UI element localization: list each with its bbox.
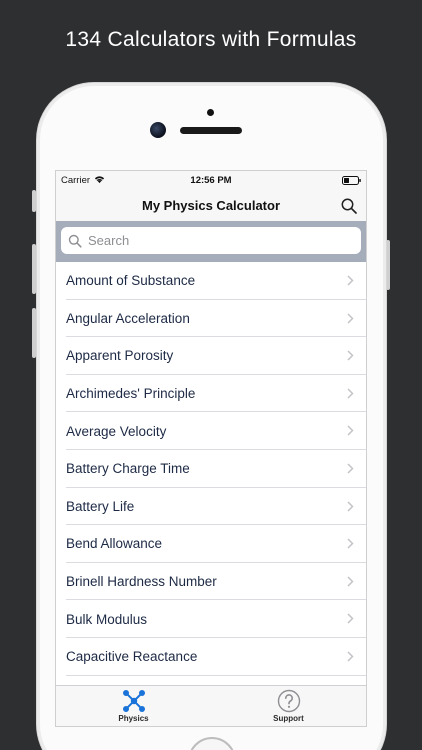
list-item-label: Battery Charge Time — [66, 461, 190, 477]
list-item-label: Archimedes' Principle — [66, 386, 196, 402]
search-field[interactable] — [61, 227, 361, 254]
search-input[interactable] — [88, 233, 338, 248]
list-item[interactable]: Bulk Modulus — [56, 600, 366, 638]
tab-support[interactable]: Support — [211, 686, 366, 726]
list-item-label: Apparent Porosity — [66, 348, 174, 364]
status-time: 12:56 PM — [190, 175, 232, 186]
list-item[interactable]: Average Velocity — [56, 412, 366, 450]
app-screen: Carrier 12:56 PM My Physics Calculator S… — [55, 170, 367, 727]
list-item-label: Average Velocity — [66, 423, 167, 439]
list-item-label: Brinell Hardness Number — [66, 574, 217, 590]
calculator-list: Amount of Substance Angular Acceleration… — [56, 262, 366, 676]
list-item[interactable]: Angular Acceleration — [56, 299, 366, 338]
tab-physics[interactable]: Physics — [56, 686, 211, 726]
chevron-right-icon — [347, 313, 354, 324]
list-item[interactable]: Apparent Porosity — [56, 337, 366, 375]
proximity-sensor — [207, 109, 214, 116]
chevron-right-icon — [347, 576, 354, 587]
list-item[interactable]: Amount of Substance — [56, 262, 366, 300]
search-icon[interactable] — [340, 197, 358, 215]
list-item-label: Battery Life — [66, 498, 135, 514]
chevron-right-icon — [347, 501, 354, 512]
chevron-right-icon — [347, 613, 354, 624]
list-item-label: Bulk Modulus — [66, 611, 148, 627]
list-item[interactable]: Battery Charge Time — [56, 449, 366, 488]
chevron-right-icon — [347, 463, 354, 474]
list-item[interactable]: Battery Life — [56, 487, 366, 526]
list-item-label: Angular Acceleration — [66, 310, 190, 326]
list-item-label: Amount of Substance — [66, 273, 196, 289]
list-item[interactable]: Archimedes' Principle — [56, 374, 366, 413]
chevron-right-icon — [347, 425, 354, 436]
chevron-right-icon — [347, 388, 354, 399]
navigation-bar: My Physics Calculator — [56, 191, 366, 221]
promo-headline: 134 Calculators with Formulas — [65, 28, 357, 51]
earpiece-speaker — [180, 127, 242, 134]
chevron-right-icon — [347, 538, 354, 549]
search-field-magnifier-icon — [68, 234, 82, 248]
tab-label: Physics — [118, 714, 149, 723]
tab-bar: Physics Support — [56, 685, 366, 726]
search-bar — [56, 221, 366, 262]
list-item-label: Capacitive Reactance — [66, 649, 198, 665]
chevron-right-icon — [347, 275, 354, 286]
list-item[interactable]: Brinell Hardness Number — [56, 562, 366, 601]
list-item[interactable]: Bend Allowance — [56, 525, 366, 563]
chevron-right-icon — [347, 350, 354, 361]
status-bar: Carrier 12:56 PM — [56, 171, 366, 191]
front-camera-icon — [150, 122, 166, 138]
physics-network-icon — [122, 690, 145, 712]
page-title: My Physics Calculator — [142, 198, 280, 213]
list-item[interactable]: Capacitive Reactance — [56, 637, 366, 676]
question-circle-icon — [277, 689, 300, 713]
chevron-right-icon — [347, 651, 354, 662]
tab-label: Support — [273, 714, 304, 723]
list-item-label: Bend Allowance — [66, 536, 163, 552]
battery-icon — [342, 176, 361, 185]
